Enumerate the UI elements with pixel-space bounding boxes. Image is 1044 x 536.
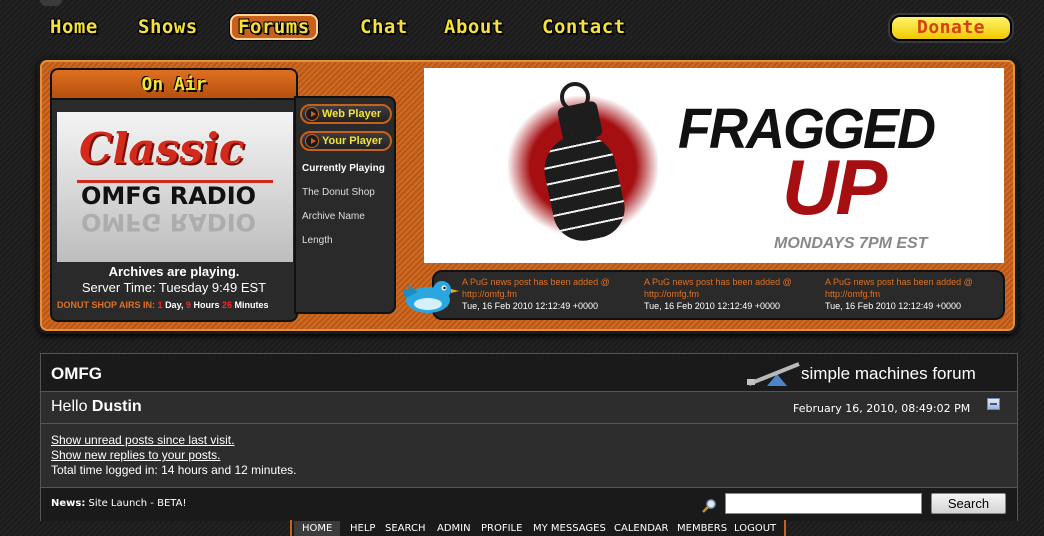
news-text: Site Launch - BETA! (88, 498, 187, 509)
countdown-minutes-label: Minutes (234, 300, 269, 310)
username: Dustin (91, 398, 142, 415)
web-player-label: Web Player (322, 108, 382, 120)
play-icon (305, 134, 319, 148)
news-label: News: (51, 498, 86, 509)
news-search-row: News: Site Launch - BETA! Search (41, 487, 1017, 521)
menu-calendar[interactable]: CALENDAR (614, 521, 669, 536)
menu-admin[interactable]: ADMIN (437, 521, 471, 536)
header-panel: On Air Classic OMFG RADIO OMFG RADIO Arc… (37, 57, 1018, 334)
currently-playing-heading: Currently Playing (302, 163, 385, 174)
tweet-date: Tue, 16 Feb 2010 12:12:49 +0000 (644, 301, 781, 311)
menu-profile[interactable]: PROFILE (481, 521, 522, 536)
smf-seesaw-icon (747, 362, 800, 386)
nav-corner-decoration (40, 0, 62, 6)
menu-my-messages[interactable]: MY MESSAGES (533, 521, 606, 536)
show-unread-link[interactable]: Show unread posts since last visit. (51, 433, 234, 447)
tweet-item[interactable]: A PuG news post has been added @ http://… (462, 276, 637, 312)
forum-title: OMFG (51, 364, 102, 383)
twitter-bird-icon (402, 281, 459, 313)
search-button[interactable]: Search (931, 493, 1006, 514)
logo-omfg-reflection: OMFG RADIO (81, 208, 257, 236)
countdown-hours-label: Hours (193, 300, 220, 310)
collapse-icon[interactable] (987, 398, 1000, 410)
forum-menu-bar: HOME HELP SEARCH ADMIN PROFILE MY MESSAG… (290, 520, 786, 536)
classic-omfg-radio-logo: Classic OMFG RADIO OMFG RADIO (57, 112, 293, 262)
menu-help[interactable]: HELP (350, 521, 375, 536)
nav-shows[interactable]: Shows (138, 14, 198, 40)
nav-home[interactable]: Home (50, 14, 98, 40)
countdown-days: 1 (157, 300, 163, 310)
top-navigation: Home Shows Forums Chat About Contact Don… (0, 0, 1044, 50)
show-replies-link[interactable]: Show new replies to your posts. (51, 448, 220, 462)
your-player-label: Your Player (322, 135, 383, 147)
search-icon (702, 499, 716, 513)
tweet-text: A PuG news post has been added @ http://… (462, 277, 610, 299)
banner-title-line2: UP (782, 143, 887, 231)
forum-panel: OMFG simple machines forum Hello Dustin … (40, 353, 1018, 521)
smf-brand-text[interactable]: simple machines forum (801, 364, 976, 384)
show-banner[interactable]: FRAGGED UP MONDAYS 7PM EST (424, 68, 1004, 263)
tweet-text: A PuG news post has been added @ http://… (644, 277, 792, 299)
menu-members[interactable]: MEMBERS (677, 521, 727, 536)
tweet-text: A PuG news post has been added @ http://… (825, 277, 973, 299)
donate-button[interactable]: Donate (890, 15, 1012, 41)
play-icon (305, 107, 319, 121)
logo-classic-text: Classic (79, 124, 245, 173)
player-panel: Web Player Your Player Currently Playing… (294, 96, 396, 314)
tweet-date: Tue, 16 Feb 2010 12:12:49 +0000 (825, 301, 962, 311)
user-greeting: Hello Dustin (51, 398, 142, 416)
donut-shop-countdown: DONUT SHOP AIRS IN: 1 Day, 9 Hours 26 Mi… (57, 300, 297, 310)
greeting-word: Hello (51, 398, 88, 415)
nav-contact[interactable]: Contact (542, 14, 626, 40)
current-datetime: February 16, 2010, 08:49:02 PM (793, 402, 971, 415)
search-input[interactable] (725, 493, 922, 514)
current-show: The Donut Shop (302, 187, 375, 198)
on-air-status: Archives are playing. (108, 264, 240, 279)
menu-logout[interactable]: LOGOUT (734, 521, 776, 536)
on-air-box: On Air Classic OMFG RADIO OMFG RADIO Arc… (50, 68, 298, 322)
countdown-minutes: 26 (221, 300, 232, 310)
logo-omfg-text: OMFG RADIO (81, 182, 257, 210)
your-player-button[interactable]: Your Player (300, 131, 392, 151)
countdown-days-label: Day, (165, 300, 184, 310)
user-links-area: Show unread posts since last visit. Show… (41, 425, 1017, 487)
track-length: Length (302, 235, 333, 246)
twitter-feed: A PuG news post has been added @ http://… (402, 270, 1005, 320)
tweet-date: Tue, 16 Feb 2010 12:12:49 +0000 (462, 301, 599, 311)
archive-name: Archive Name (302, 211, 365, 222)
countdown-label: DONUT SHOP AIRS IN: (57, 300, 156, 310)
news-ticker: News: Site Launch - BETA! (51, 498, 186, 509)
nav-about[interactable]: About (444, 14, 504, 40)
banner-schedule: MONDAYS 7PM EST (774, 235, 928, 252)
menu-home[interactable]: HOME (294, 521, 341, 536)
menu-search[interactable]: SEARCH (385, 521, 425, 536)
server-time: Server Time: Tuesday 9:49 EST (81, 280, 267, 295)
tweet-item[interactable]: A PuG news post has been added @ http://… (825, 276, 1000, 312)
forum-header: OMFG simple machines forum (41, 354, 1017, 392)
nav-forums[interactable]: Forums (230, 14, 318, 40)
user-greeting-row: Hello Dustin February 16, 2010, 08:49:02… (41, 392, 1017, 424)
nav-chat[interactable]: Chat (360, 14, 408, 40)
tweet-item[interactable]: A PuG news post has been added @ http://… (644, 276, 819, 312)
time-logged-in: Total time logged in: 14 hours and 12 mi… (51, 463, 297, 477)
countdown-hours: 9 (185, 300, 191, 310)
web-player-button[interactable]: Web Player (300, 104, 392, 124)
on-air-title: On Air (52, 70, 296, 100)
